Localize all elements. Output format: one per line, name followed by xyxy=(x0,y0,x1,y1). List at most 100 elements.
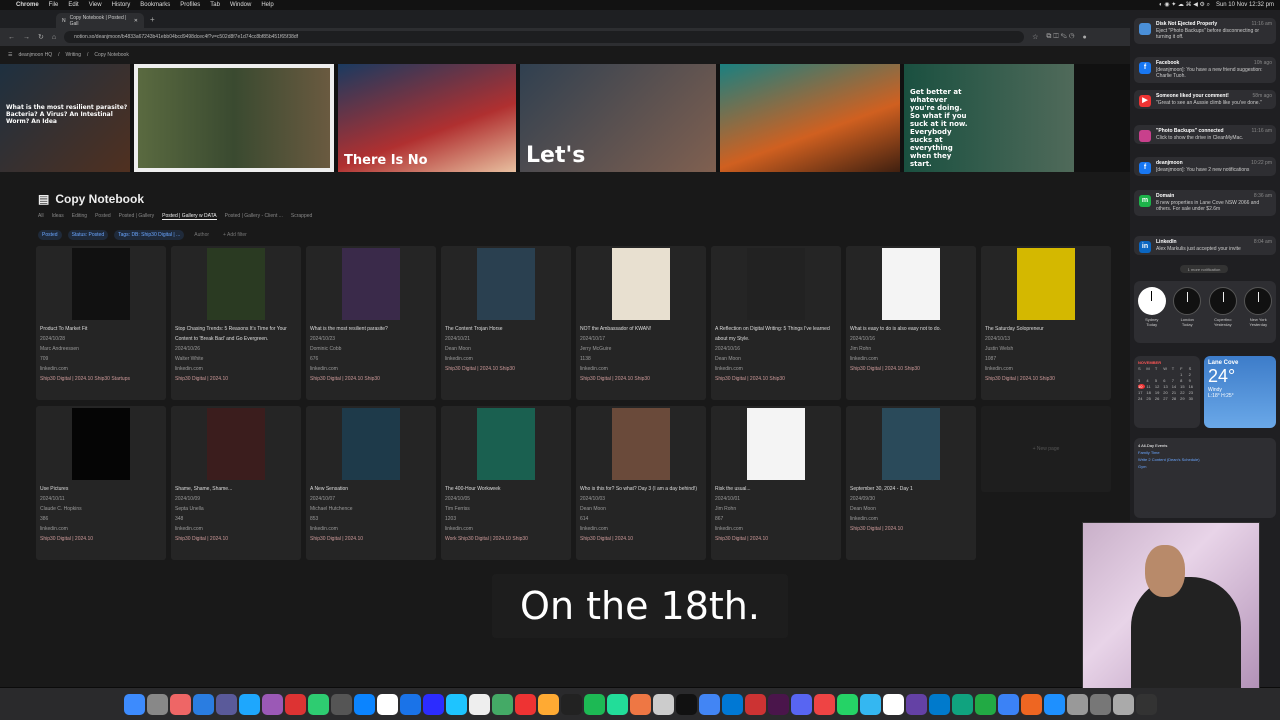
view-tab[interactable]: Posted | Gallery - Client ... xyxy=(225,213,283,220)
view-tab[interactable]: All xyxy=(38,213,44,220)
dock-app-icon[interactable] xyxy=(813,693,835,715)
dock-app-icon[interactable] xyxy=(491,693,513,715)
filter-chip[interactable]: Tags: DB: Ship30 Digital | ... xyxy=(114,230,185,240)
menu-file[interactable]: File xyxy=(49,2,59,8)
browser-tab-active[interactable]: N Copy Notebook | Posted | Gall ✕ xyxy=(56,13,144,28)
card-title[interactable]: Shame, Shame, Shame... xyxy=(175,484,297,494)
gallery-card[interactable]: September 30, 2024 - Day 1 2024/09/30 Dean… xyxy=(846,406,976,560)
card-title[interactable]: Risk the usual... xyxy=(715,484,837,494)
dock-app-icon[interactable] xyxy=(399,693,421,715)
card-link[interactable]: linkedin.com xyxy=(850,514,972,524)
gallery-card[interactable]: Shame, Shame, Shame... 2024/10/09 Septa Un… xyxy=(171,406,301,560)
dock-app-icon[interactable] xyxy=(698,693,720,715)
gallery-card[interactable]: Product To Market Fit 2024/10/28 Marc Andr… xyxy=(36,246,166,400)
gallery-card[interactable]: A New Sensation 2024/10/07 Michael Hutchen… xyxy=(306,406,436,560)
menu-edit[interactable]: Edit xyxy=(68,2,78,8)
menu-app-name[interactable]: Chrome xyxy=(16,2,39,8)
dock-app-icon[interactable] xyxy=(629,693,651,715)
notification[interactable]: "Photo Backups" connected Click to show t… xyxy=(1134,125,1276,144)
dock-app-icon[interactable] xyxy=(215,693,237,715)
card-link[interactable]: linkedin.com xyxy=(310,524,432,534)
view-tab[interactable]: Ideas xyxy=(52,213,64,220)
new-page-button[interactable]: + New page xyxy=(981,406,1111,492)
card-link[interactable]: linkedin.com xyxy=(40,364,162,374)
dock-app-icon[interactable] xyxy=(744,693,766,715)
gallery-card[interactable]: The Saturday Solopreneur 2024/10/13 Justin… xyxy=(981,246,1111,400)
card-link[interactable]: linkedin.com xyxy=(310,364,432,374)
back-icon[interactable]: ← xyxy=(8,34,15,41)
menu-history[interactable]: History xyxy=(112,2,131,8)
card-title[interactable]: NOT the Ambassador of KWAN! xyxy=(580,324,702,334)
dock-app-icon[interactable] xyxy=(721,693,743,715)
dock-app-icon[interactable] xyxy=(928,693,950,715)
dock-app-icon[interactable] xyxy=(790,693,812,715)
sidebar-toggle-icon[interactable]: ☰ xyxy=(8,52,12,58)
dock-app-icon[interactable] xyxy=(652,693,674,715)
card-title[interactable]: September 30, 2024 - Day 1 xyxy=(850,484,972,494)
card-title[interactable]: The Content Trojan Horse xyxy=(445,324,567,334)
notification[interactable]: f Facebook [deanjmoon]: You have a new fri… xyxy=(1134,57,1276,83)
card-link[interactable]: linkedin.com xyxy=(715,364,837,374)
dock-app-icon[interactable] xyxy=(951,693,973,715)
view-tab[interactable]: Posted xyxy=(95,213,111,220)
events-widget[interactable]: 4 All-Day Events Family Time Write 2 Con… xyxy=(1134,438,1276,518)
dock-app-icon[interactable] xyxy=(514,693,536,715)
dock-app-icon[interactable] xyxy=(1112,693,1134,715)
menu-tab[interactable]: Tab xyxy=(210,2,220,8)
dock-app-icon[interactable] xyxy=(859,693,881,715)
card-title[interactable]: Who is this for? So what? Day 3 (I am a … xyxy=(580,484,702,494)
card-link[interactable]: linkedin.com xyxy=(445,354,567,364)
gallery-card[interactable]: A Reflection on Digital Writing: 5 Thing… xyxy=(711,246,841,400)
profile-avatar[interactable]: ● xyxy=(1082,34,1086,41)
card-link[interactable]: linkedin.com xyxy=(445,524,567,534)
gallery-card[interactable]: What is the most resilient parasite? 2024… xyxy=(306,246,436,400)
dock-app-icon[interactable] xyxy=(1135,693,1157,715)
card-title[interactable]: The 400-Hour Workweek xyxy=(445,484,567,494)
breadcrumb-page[interactable]: Copy Notebook xyxy=(94,52,128,58)
view-tab[interactable]: Editing xyxy=(72,213,87,220)
filter-chip[interactable]: Posted xyxy=(38,230,62,240)
menu-clock[interactable]: Sun 10 Nov 12:32 pm xyxy=(1216,2,1274,8)
dock-app-icon[interactable] xyxy=(169,693,191,715)
dock-app-icon[interactable] xyxy=(1020,693,1042,715)
menu-profiles[interactable]: Profiles xyxy=(180,2,200,8)
add-filter-button[interactable]: + Add filter xyxy=(219,230,251,240)
card-link[interactable]: linkedin.com xyxy=(850,354,972,364)
calendar-widget[interactable]: NOVEMBER S M T W T F S 1 2 3 4 5 6 7 8 9 10 11 12 13 14 15 16 17… xyxy=(1134,356,1200,428)
filter-chip[interactable]: Status: Posted xyxy=(67,230,109,240)
dock-app-icon[interactable] xyxy=(583,693,605,715)
dock-app-icon[interactable] xyxy=(123,693,145,715)
forward-icon[interactable]: → xyxy=(23,34,30,41)
card-link[interactable]: linkedin.com xyxy=(715,524,837,534)
dock-app-icon[interactable] xyxy=(376,693,398,715)
card-link[interactable]: linkedin.com xyxy=(40,524,162,534)
extensions-icon[interactable]: ⧉ ◫ ✎ ◷ xyxy=(1046,33,1074,41)
dock-app-icon[interactable] xyxy=(1066,693,1088,715)
dock-app-icon[interactable] xyxy=(905,693,927,715)
status-icons[interactable]: ◐ ◉ ✦ ☁ ⌘ ◀ ⚙ ⌕ xyxy=(1159,1,1210,9)
gallery-card[interactable]: Use Pictures 2024/10/11 Claude C. Hopkins 3… xyxy=(36,406,166,560)
dock-app-icon[interactable] xyxy=(537,693,559,715)
new-tab-button[interactable]: + xyxy=(150,15,155,24)
dock-app-icon[interactable] xyxy=(422,693,444,715)
card-link[interactable]: linkedin.com xyxy=(580,364,702,374)
card-title[interactable]: Product To Market Fit xyxy=(40,324,162,334)
card-title[interactable]: A New Sensation xyxy=(310,484,432,494)
card-title[interactable]: A Reflection on Digital Writing: 5 Thing… xyxy=(715,324,837,344)
card-link[interactable]: linkedin.com xyxy=(580,524,702,534)
dock-app-icon[interactable] xyxy=(882,693,904,715)
world-clock-widget[interactable]: Sydney Today London Today Cupertino Yesterd… xyxy=(1134,281,1276,343)
gallery-card[interactable]: The Content Trojan Horse 2024/10/21 Dean M… xyxy=(441,246,571,400)
database-title-text[interactable]: Copy Notebook xyxy=(55,192,144,206)
view-tab[interactable]: Posted | Gallery xyxy=(119,213,154,220)
dock-app-icon[interactable] xyxy=(284,693,306,715)
gallery-card[interactable]: NOT the Ambassador of KWAN! 2024/10/17 Jer… xyxy=(576,246,706,400)
dock-app-icon[interactable] xyxy=(146,693,168,715)
dock-app-icon[interactable] xyxy=(192,693,214,715)
filter-chip[interactable]: Author xyxy=(190,230,213,240)
dock-app-icon[interactable] xyxy=(767,693,789,715)
dock-app-icon[interactable] xyxy=(974,693,996,715)
weather-widget[interactable]: Lane Cove 24° Windy L:18° H:25° xyxy=(1204,356,1276,428)
dock-app-icon[interactable] xyxy=(468,693,490,715)
breadcrumb-workspace[interactable]: deanjmoon HQ xyxy=(18,52,52,58)
